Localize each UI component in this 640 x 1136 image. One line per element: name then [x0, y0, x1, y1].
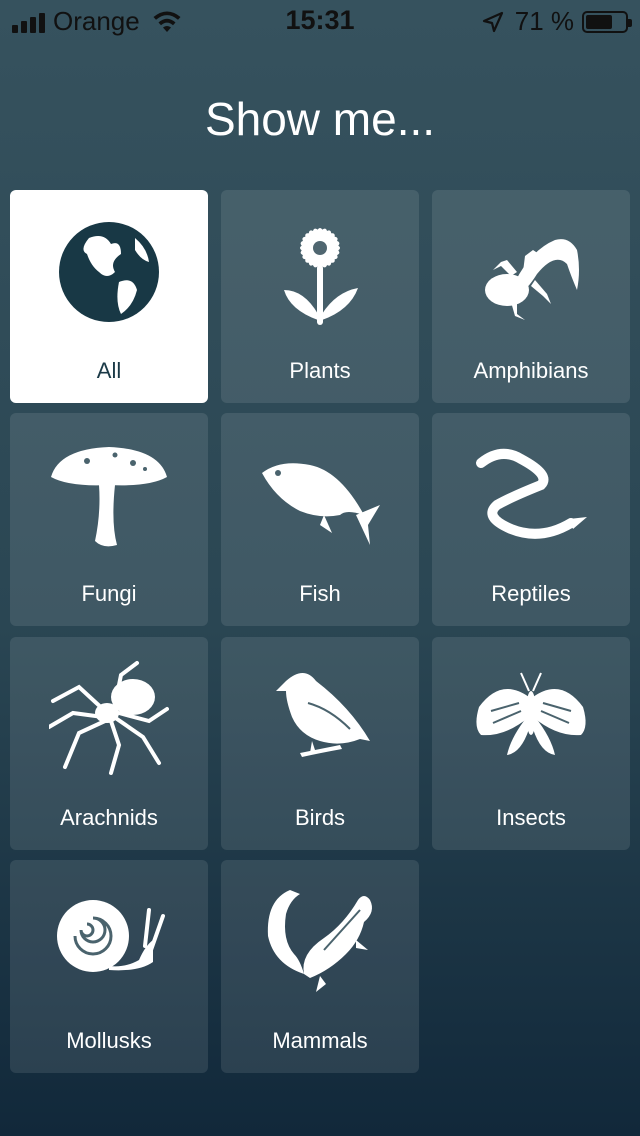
- category-label: Mollusks: [66, 1028, 152, 1053]
- globe-icon: [59, 222, 159, 322]
- category-tile-plants[interactable]: Plants: [221, 190, 419, 403]
- category-tile-fish[interactable]: Fish: [221, 413, 419, 626]
- battery-icon: [582, 10, 632, 33]
- snake-icon: [476, 448, 587, 539]
- battery-fill: [586, 14, 612, 29]
- category-tile-insects[interactable]: Insects: [432, 637, 630, 850]
- location-arrow-icon: [482, 11, 503, 32]
- category-tile-mollusks[interactable]: Mollusks: [10, 860, 208, 1073]
- category-label: Arachnids: [60, 805, 158, 830]
- category-label: Plants: [289, 358, 351, 383]
- category-tile-amphibians[interactable]: Amphibians: [432, 190, 630, 403]
- battery-nub: [628, 18, 632, 27]
- category-label: Amphibians: [473, 358, 589, 383]
- category-tile-reptiles[interactable]: Reptiles: [432, 413, 630, 626]
- bird-icon: [276, 673, 370, 757]
- category-label: Insects: [496, 805, 566, 830]
- status-bar: Orange 15:31 71 %: [0, 0, 640, 40]
- salamander-icon: [485, 239, 579, 320]
- category-tile-arachnids[interactable]: Arachnids: [10, 637, 208, 850]
- spider-icon: [49, 661, 169, 775]
- category-label: Fungi: [81, 581, 137, 606]
- flower-icon: [284, 228, 358, 325]
- category-tile-mammals[interactable]: Mammals: [221, 860, 419, 1073]
- page-title: Show me...: [204, 93, 436, 145]
- category-label: Mammals: [272, 1028, 368, 1053]
- snail-icon: [57, 900, 165, 972]
- fish-icon: [262, 463, 380, 545]
- category-tile-birds[interactable]: Birds: [221, 637, 419, 850]
- battery-percent: 71 %: [514, 6, 574, 36]
- category-label: All: [96, 358, 122, 383]
- chipmunk-icon: [267, 890, 372, 992]
- category-label: Reptiles: [491, 581, 571, 606]
- category-label: Birds: [294, 805, 346, 830]
- category-tile-fungi[interactable]: Fungi: [10, 413, 208, 626]
- category-tile-all[interactable]: All: [10, 190, 208, 403]
- status-right: 71 %: [481, 6, 632, 37]
- mushroom-icon: [51, 447, 167, 547]
- category-label: Fish: [299, 581, 341, 606]
- moth-icon: [476, 672, 586, 755]
